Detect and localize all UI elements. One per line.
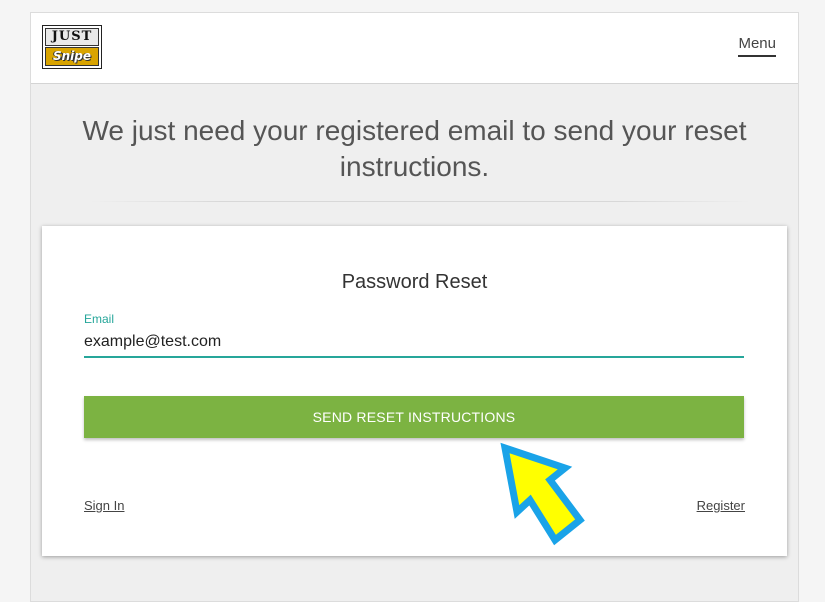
page-headline: We just need your registered email to se… <box>82 115 747 182</box>
menu-link[interactable]: Menu <box>738 35 776 57</box>
logo-top-text: JUST <box>45 28 99 46</box>
section-divider <box>91 201 751 202</box>
card-title: Password Reset <box>341 271 488 293</box>
password-reset-card: Password Reset Email SEND RESET INSTRUCT… <box>42 226 787 556</box>
pointer-arrow-icon <box>500 442 585 546</box>
register-link[interactable]: Register <box>697 498 745 513</box>
email-label: Email <box>84 312 115 326</box>
logo-bottom-text: Snipe <box>45 47 99 66</box>
site-logo[interactable]: JUST Snipe <box>42 25 102 69</box>
sign-in-link[interactable]: Sign In <box>84 498 124 513</box>
site-header: JUST Snipe Menu <box>31 13 798 84</box>
email-field[interactable] <box>84 328 744 358</box>
page-container: JUST Snipe Menu We just need your regist… <box>30 12 799 602</box>
send-reset-instructions-button[interactable]: SEND RESET INSTRUCTIONS <box>84 396 744 438</box>
